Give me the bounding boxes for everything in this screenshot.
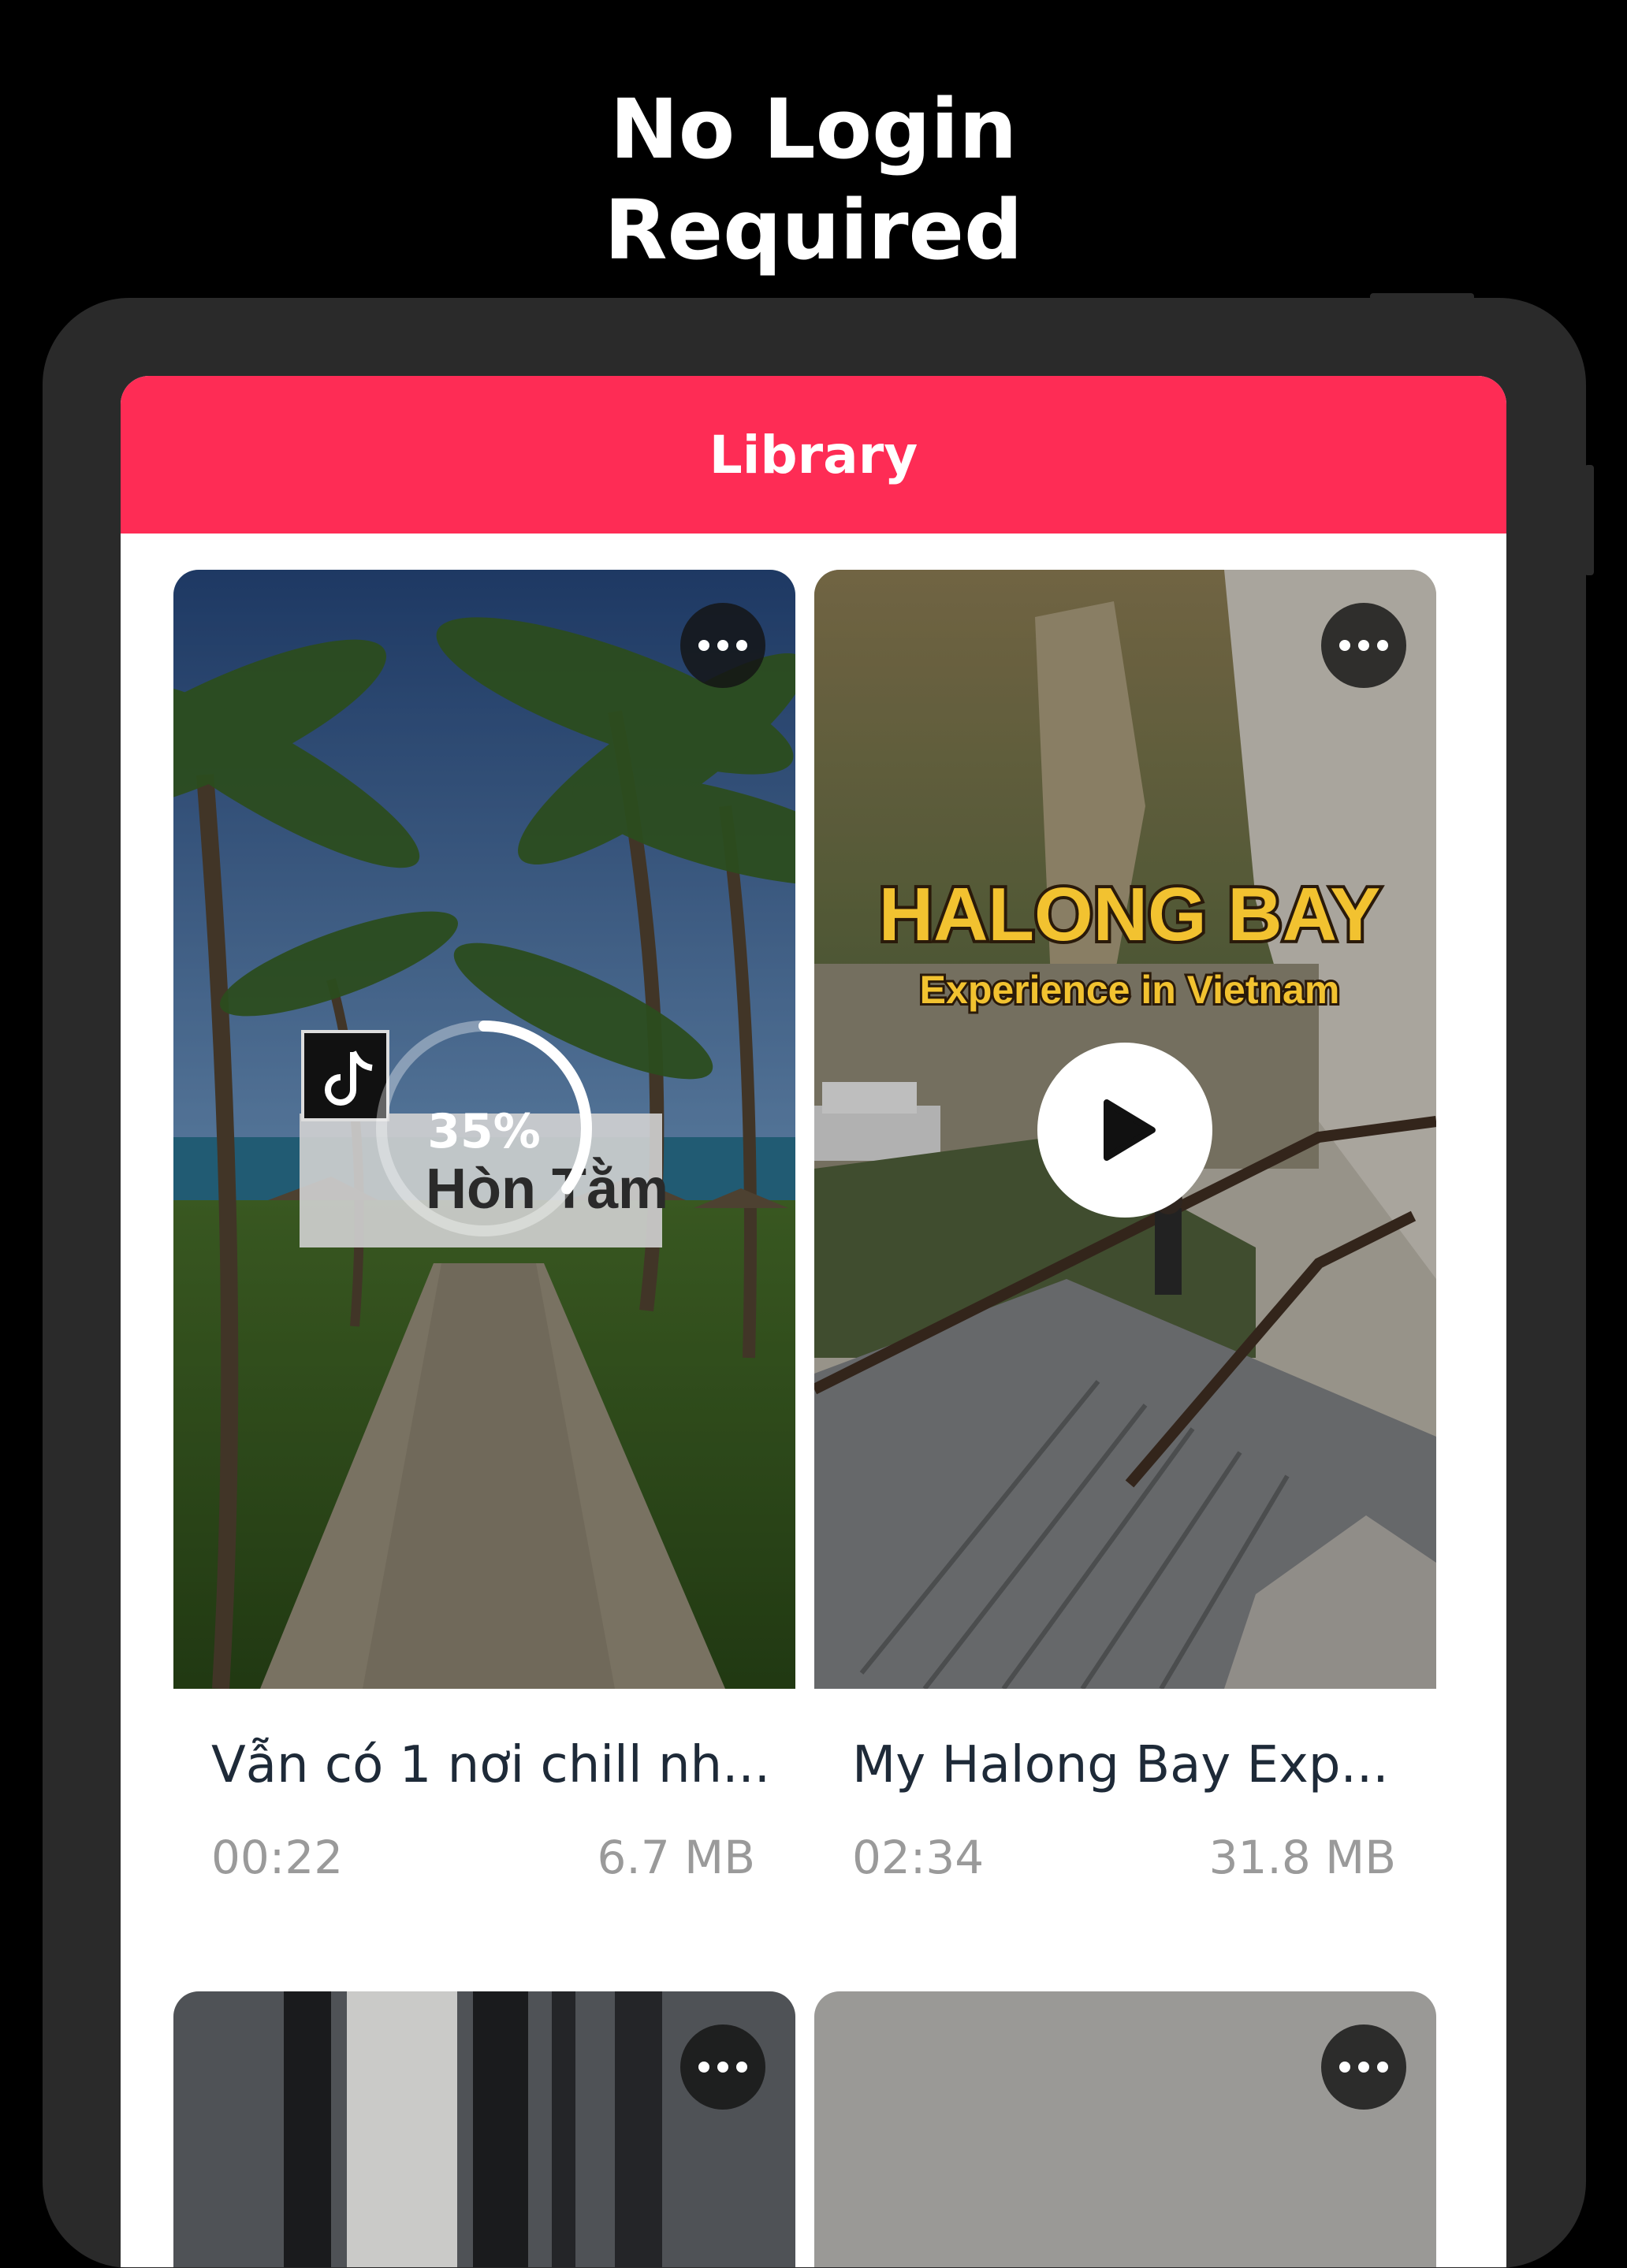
page-title: Library [709,424,918,485]
headline: No Login Required [0,79,1627,281]
navigation-bar: Library [121,376,1506,534]
more-options-button[interactable] [1321,2024,1406,2110]
video-duration: 00:22 [211,1831,344,1884]
beach-palm-path-image: Hòn Tằm 35% [173,570,795,1689]
video-duration: 02:34 [852,1831,985,1884]
ellipsis-icon [698,2062,747,2073]
ellipsis-icon [698,640,747,651]
ellipsis-icon [1339,2062,1388,2073]
overlay-subtitle: Experience in Vietnam [920,968,1340,1012]
video-thumbnail[interactable] [814,1991,1436,2267]
video-card[interactable]: Hòn Tằm 35% Vẫn có 1 nơi chill nh... 00:… [173,570,795,1884]
video-thumbnail[interactable]: Hòn Tằm 35% [173,570,795,1689]
video-title: My Halong Bay Exp... [852,1736,1389,1794]
more-options-button[interactable] [1321,603,1406,688]
app-screen: Library Hòn Tằm 35% Vẫn có 1 nơi chill n… [121,376,1506,2267]
video-thumbnail[interactable]: HALONG BAY Experience in Vietnam [814,570,1436,1689]
tiktok-icon [301,1030,389,1121]
video-meta: 00:22 6.7 MB [211,1831,755,1884]
video-thumbnail[interactable] [173,1991,795,2267]
more-options-button[interactable] [680,603,765,688]
video-size: 6.7 MB [597,1831,755,1884]
video-size: 31.8 MB [1208,1831,1396,1884]
more-options-button[interactable] [680,2024,765,2110]
headline-line-2: Required [604,182,1023,278]
download-progress-label: 35% [427,1104,541,1159]
overlay-title: HALONG BAY [879,872,1381,957]
video-title: Vẫn có 1 nơi chill nh... [211,1736,771,1794]
video-meta: 02:34 31.8 MB [852,1831,1396,1884]
video-card[interactable]: HALONG BAY Experience in Vietnam My Halo… [814,570,1436,1884]
video-card[interactable] [173,1991,795,2267]
play-button[interactable] [1037,1043,1212,1218]
video-card[interactable] [814,1991,1436,2267]
headline-line-1: No Login [609,81,1018,177]
play-icon [1104,1099,1156,1161]
ellipsis-icon [1339,640,1388,651]
